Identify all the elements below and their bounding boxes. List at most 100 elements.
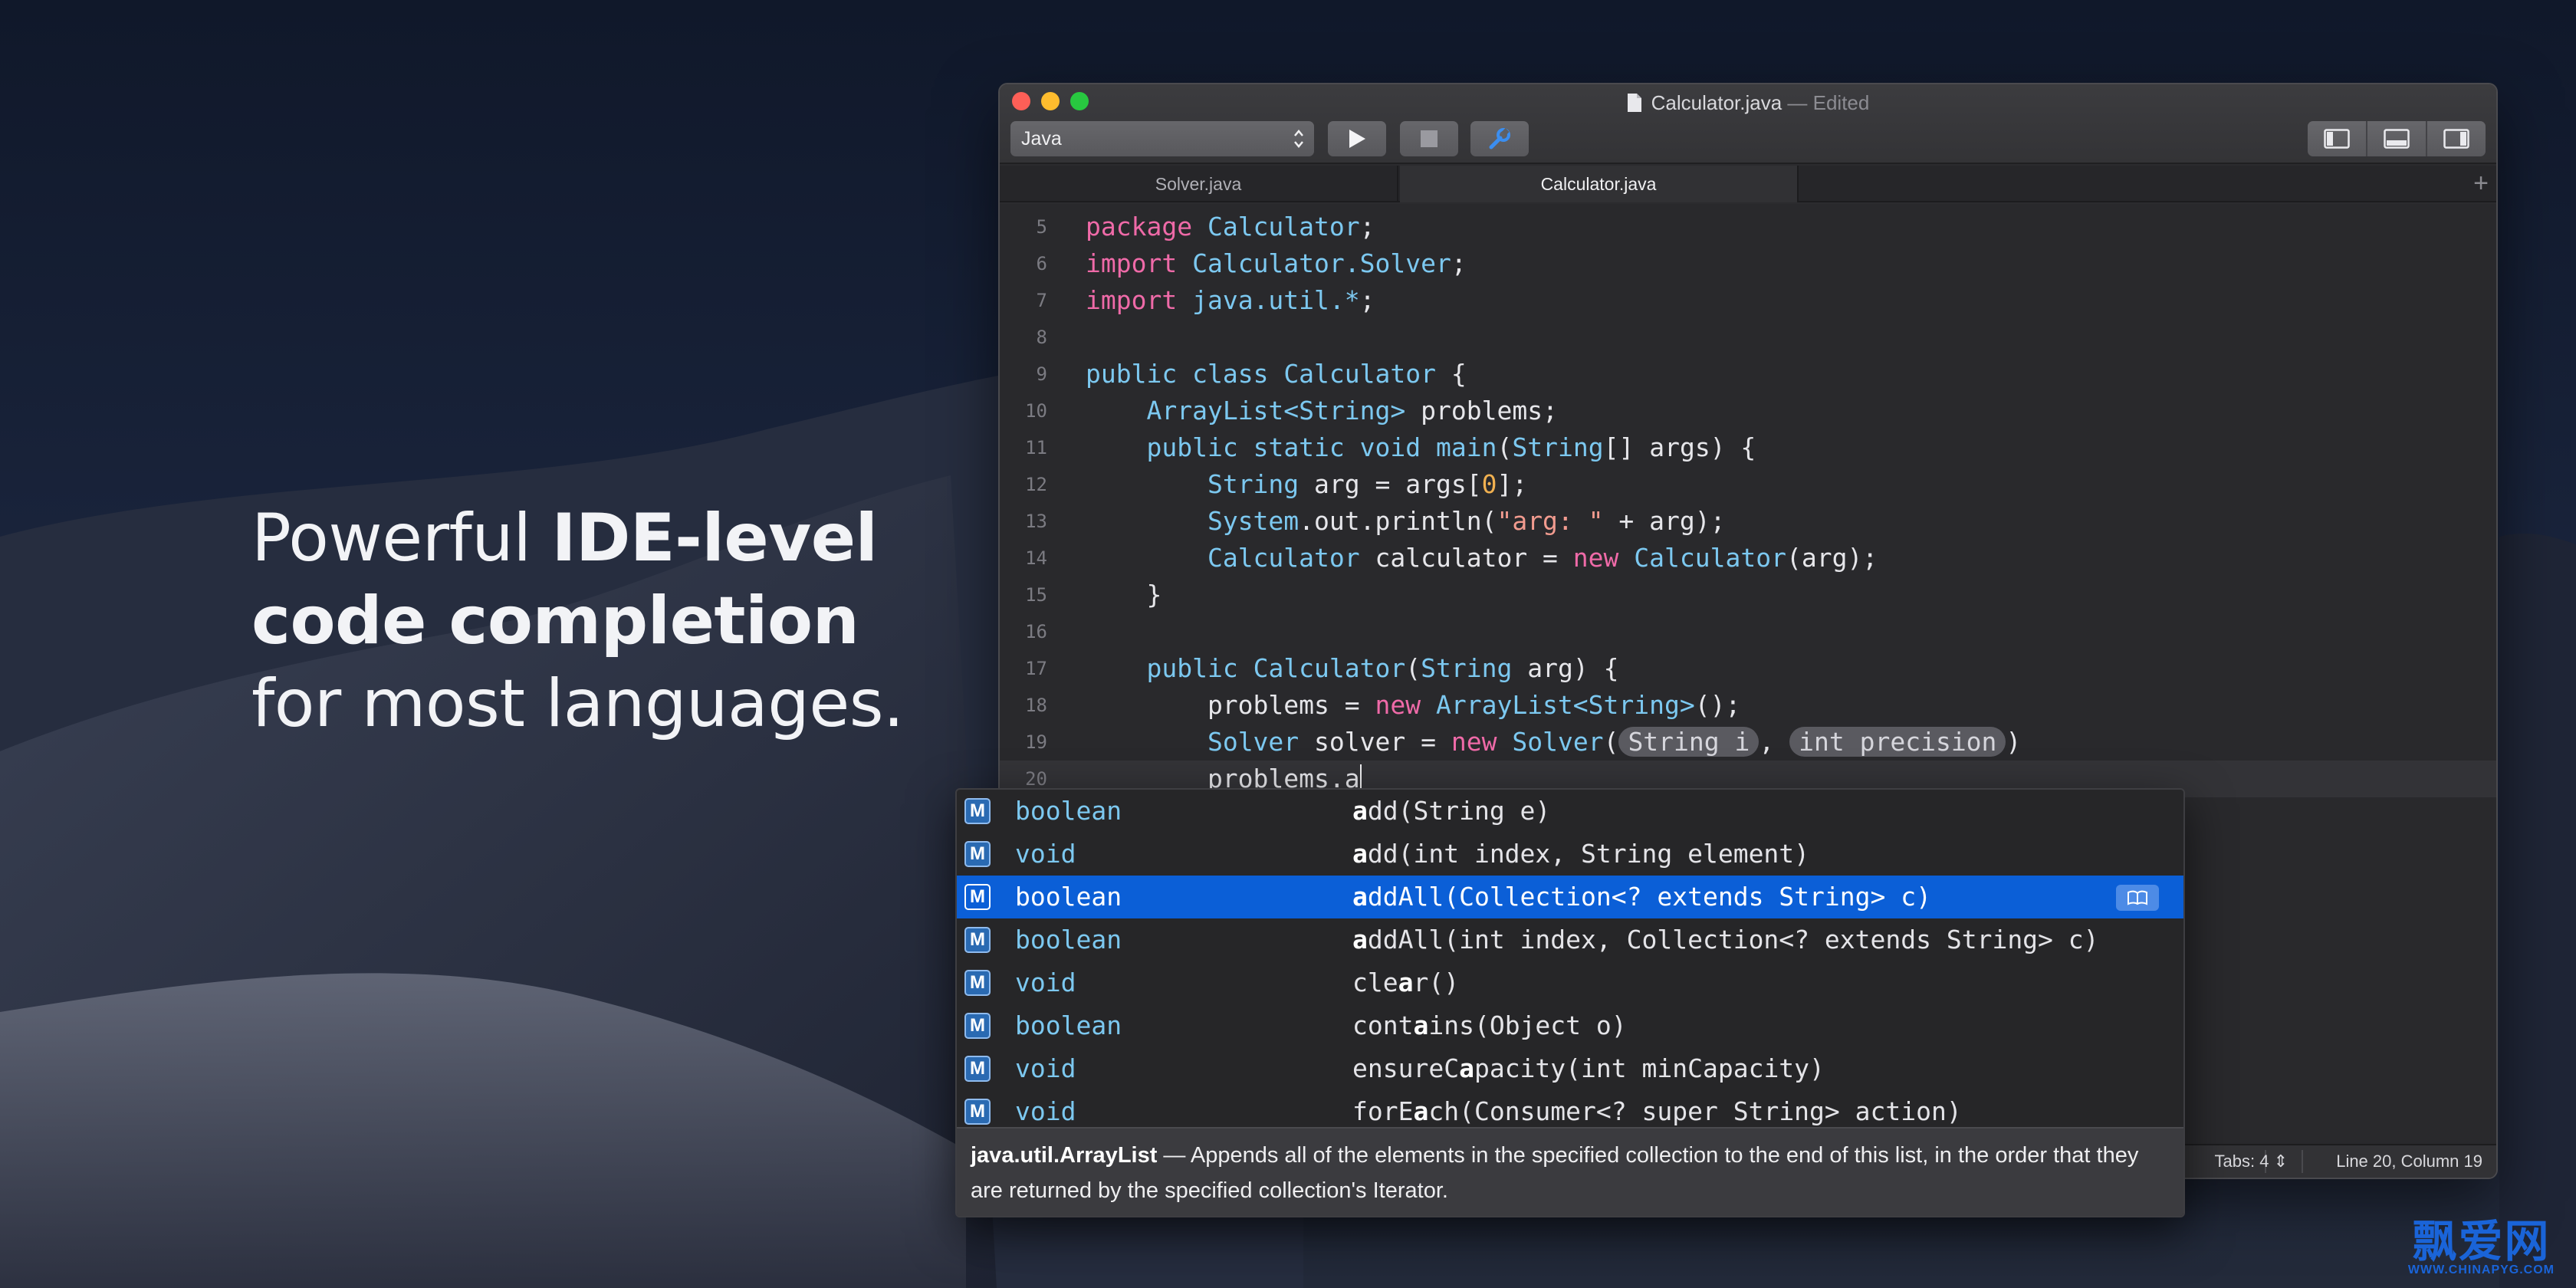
line-number: 11 xyxy=(1025,437,1047,458)
code-line: String arg = args[0]; xyxy=(1207,469,1528,499)
toggle-left-panel[interactable] xyxy=(2308,121,2366,156)
edited-indicator: — Edited xyxy=(1782,91,1870,114)
chevron-updown-icon xyxy=(1294,130,1303,148)
line-number: 9 xyxy=(1036,363,1047,385)
line-number: 17 xyxy=(1025,658,1047,679)
build-button[interactable] xyxy=(1470,121,1529,156)
completion-popup: Mboolean add(String e) Mvoid add(int index,… xyxy=(955,788,2185,1217)
completion-return-type: boolean xyxy=(1015,882,1122,912)
method-icon: M xyxy=(964,1056,991,1082)
line-number: 7 xyxy=(1036,290,1047,311)
completion-return-type: void xyxy=(1015,1053,1076,1083)
code-line: System.out.println("arg: " + arg); xyxy=(1207,506,1726,536)
completion-return-type: boolean xyxy=(1015,925,1122,955)
cursor-position: Line 20, Column 19 xyxy=(2336,1152,2482,1171)
completion-signature: addAll(Collection<? extends String> c) xyxy=(1352,882,1931,912)
document-icon xyxy=(1627,94,1641,112)
toggle-right-panel[interactable] xyxy=(2426,121,2486,156)
completion-item[interactable]: Mvoid ensureCapacity(int minCapacity) xyxy=(957,1047,2183,1090)
line-number: 14 xyxy=(1025,547,1047,569)
code-line: } xyxy=(1086,580,1162,610)
method-icon: M xyxy=(964,884,991,910)
toggle-bottom-panel[interactable] xyxy=(2366,121,2426,156)
headline-tail: for most languages. xyxy=(251,665,904,742)
method-icon: M xyxy=(964,970,991,996)
code-line: public Calculator(String arg) { xyxy=(1146,653,1619,683)
completion-item[interactable]: Mvoid clear() xyxy=(957,961,2183,1004)
method-icon: M xyxy=(964,1013,991,1039)
line-number: 6 xyxy=(1036,253,1047,274)
book-icon xyxy=(2128,890,2147,905)
completion-return-type: void xyxy=(1015,968,1076,997)
headline-emphasis-2: code completion xyxy=(251,583,859,659)
completion-documentation: java.util.ArrayList — Appends all of the… xyxy=(957,1127,2183,1216)
completion-signature: contains(Object o) xyxy=(1352,1010,1627,1040)
tab-calculator[interactable]: Calculator.java xyxy=(1400,166,1799,202)
play-icon xyxy=(1349,130,1365,148)
completion-item[interactable]: Mboolean addAll(int index, Collection<? e… xyxy=(957,918,2183,961)
completion-item[interactable]: Mboolean add(String e) xyxy=(957,790,2183,833)
titlebar: Calculator.java — Edited Java xyxy=(1000,84,2496,164)
code-line: Solver solver = new Solver(String i, int… xyxy=(1207,727,2022,757)
line-number: 5 xyxy=(1036,216,1047,238)
code-line: import java.util.*; xyxy=(1086,285,1375,315)
add-tab-button[interactable]: + xyxy=(2473,170,2489,196)
tab-solver[interactable]: Solver.java xyxy=(1000,166,1398,202)
watermark: 飘爱网 WWW.CHINAPYG.COM xyxy=(2408,1219,2555,1277)
code-line: problems = new ArrayList<String>(); xyxy=(1086,690,1741,720)
code-line: public class Calculator { xyxy=(1086,359,1467,389)
completion-return-type: boolean xyxy=(1015,1010,1122,1040)
watermark-logo: 飘爱网 xyxy=(2412,1215,2551,1267)
doc-class: java.util.ArrayList xyxy=(971,1143,1158,1168)
completion-signature: ensureCapacity(int minCapacity) xyxy=(1352,1053,1825,1083)
code-line: ArrayList<String> problems; xyxy=(1146,396,1558,426)
method-icon: M xyxy=(964,927,991,953)
marketing-headline: Powerful IDE-level code completion for m… xyxy=(251,497,941,745)
panel-toggle-group xyxy=(2308,121,2486,156)
status-divider xyxy=(2302,1150,2303,1173)
completion-item[interactable]: Mboolean contains(Object o) xyxy=(957,1004,2183,1047)
tab-bar: Solver.java Calculator.java + xyxy=(1000,166,2496,202)
line-number: 18 xyxy=(1025,695,1047,716)
completion-signature: clear() xyxy=(1352,968,1460,997)
syntax-select[interactable]: Java xyxy=(1010,121,1314,156)
parameter-placeholder[interactable]: String i xyxy=(1618,727,1760,757)
completion-item[interactable]: Mboolean addAll(Collection<? extends Stri… xyxy=(957,876,2183,918)
stop-icon xyxy=(1421,130,1438,147)
run-button[interactable] xyxy=(1328,121,1386,156)
sidebar-left-icon xyxy=(2324,129,2350,149)
line-number: 13 xyxy=(1025,511,1047,532)
documentation-button[interactable] xyxy=(2116,885,2159,911)
line-number: 16 xyxy=(1025,621,1047,642)
parameter-placeholder[interactable]: int precision xyxy=(1789,727,2006,757)
window-title-text: Calculator.java xyxy=(1651,91,1783,114)
completion-signature: addAll(int index, Collection<? extends S… xyxy=(1352,925,2099,955)
method-icon: M xyxy=(964,798,991,824)
headline-emphasis: IDE-level xyxy=(551,500,879,577)
sidebar-right-icon xyxy=(2443,129,2469,149)
stop-button[interactable] xyxy=(1400,121,1458,156)
syntax-select-value: Java xyxy=(1021,128,1062,150)
code-line: public static void main(String[] args) { xyxy=(1146,432,1756,462)
tab-width-label: Tabs: 4 xyxy=(2214,1152,2269,1171)
completion-return-type: void xyxy=(1015,839,1076,869)
headline-text: Powerful xyxy=(251,500,552,577)
completion-signature: add(String e) xyxy=(1352,796,1551,826)
line-number: 12 xyxy=(1025,474,1047,495)
code-line: package Calculator; xyxy=(1086,212,1375,242)
tab-width-control[interactable]: Tabs: 4 ⇕ xyxy=(2215,1152,2288,1171)
code-line: import Calculator.Solver; xyxy=(1086,248,1467,278)
completion-item[interactable]: Mvoid add(int index, String element) xyxy=(957,833,2183,876)
line-number: 10 xyxy=(1025,400,1047,422)
panel-bottom-icon xyxy=(2384,129,2410,149)
chevron-updown-icon: ⇕ xyxy=(2273,1152,2288,1171)
wrench-icon xyxy=(1489,128,1510,150)
method-icon: M xyxy=(964,841,991,867)
code-line: Calculator calculator = new Calculator(a… xyxy=(1207,543,1878,573)
window-title: Calculator.java — Edited xyxy=(1000,87,2496,118)
watermark-url: WWW.CHINAPYG.COM xyxy=(2407,1263,2555,1276)
completion-signature: add(int index, String element) xyxy=(1352,839,1810,869)
line-number: 19 xyxy=(1025,731,1047,753)
line-number: 8 xyxy=(1036,327,1047,348)
line-number: 15 xyxy=(1025,584,1047,606)
